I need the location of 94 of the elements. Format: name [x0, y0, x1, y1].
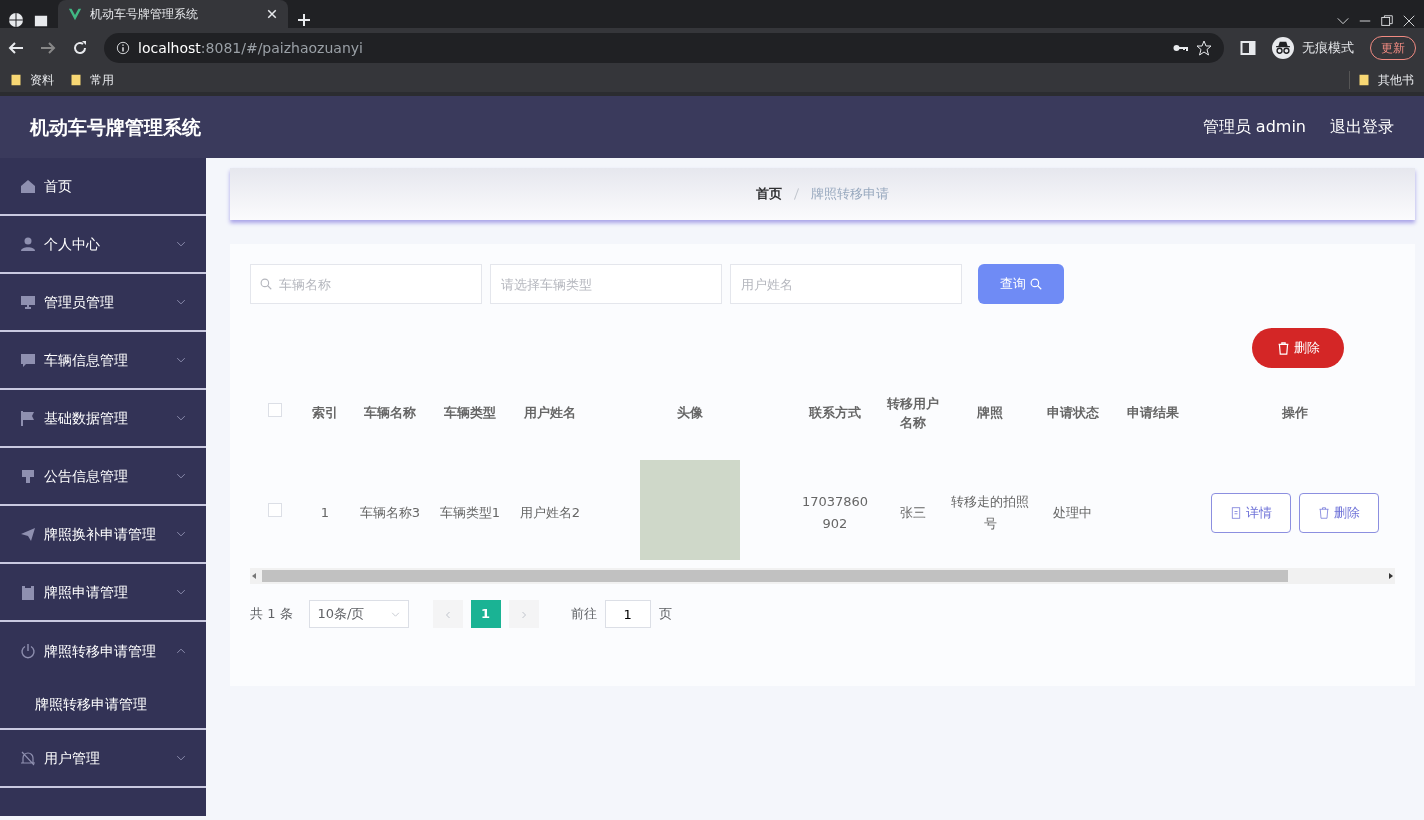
- sidebar-item[interactable]: 管理员管理: [0, 274, 206, 332]
- bell-icon: [20, 750, 36, 766]
- chat-icon: [20, 352, 36, 368]
- sidebar-item[interactable]: 首页: [0, 158, 206, 216]
- sidebar-item[interactable]: 牌照换补申请管理: [0, 506, 206, 564]
- sidebar-item[interactable]: 基础数据管理: [0, 390, 206, 448]
- column-header: 操作: [1282, 405, 1308, 421]
- input-field[interactable]: 用户姓名: [730, 264, 962, 304]
- checkbox[interactable]: [268, 503, 282, 517]
- sidebar-item[interactable]: 用户管理: [0, 730, 206, 788]
- info-icon[interactable]: [116, 41, 130, 55]
- column-header: 用户姓名: [524, 405, 576, 421]
- scrollbar[interactable]: [250, 568, 1395, 584]
- page-suffix: 页: [658, 605, 672, 624]
- sidebar-subitem[interactable]: 牌照转移申请管理: [0, 680, 206, 730]
- column-header: 车辆名称: [364, 405, 416, 421]
- paper-plane-icon: [20, 526, 36, 542]
- logout-link[interactable]: 退出登录: [1330, 115, 1394, 139]
- tab-title: 机动车号牌管理系统: [90, 6, 199, 23]
- close-icon[interactable]: [1402, 14, 1416, 28]
- breadcrumb-item[interactable]: 首页: [756, 184, 782, 204]
- bookmark[interactable]: 其他书: [1349, 71, 1414, 89]
- select-field[interactable]: 请选择车辆类型: [490, 264, 722, 304]
- chevron-left-icon: [443, 610, 452, 619]
- column-header: 转移用户名称: [886, 395, 939, 430]
- details-button[interactable]: 详情: [1211, 493, 1291, 533]
- folder-icon[interactable]: [10, 73, 22, 87]
- app-title: 机动车号牌管理系统: [30, 114, 202, 140]
- column-header: 索引: [312, 405, 338, 421]
- column-header: 申请结果: [1126, 405, 1179, 421]
- page-input[interactable]: 1: [604, 600, 651, 628]
- page-size-select[interactable]: 10条/页: [308, 600, 409, 628]
- power-icon: [20, 643, 36, 659]
- sidebar-item[interactable]: 车辆信息管理: [0, 332, 206, 390]
- delete-button[interactable]: 删除: [1252, 328, 1344, 368]
- restore-icon[interactable]: [1380, 14, 1394, 28]
- bookmark[interactable]: 常用: [70, 71, 114, 89]
- document-icon: [1230, 507, 1242, 519]
- left-arrow-icon[interactable]: [250, 572, 258, 580]
- plus-icon[interactable]: [296, 12, 312, 28]
- folder-icon[interactable]: [70, 73, 82, 87]
- total-count: 共 1 条: [250, 605, 293, 624]
- input-field[interactable]: 车辆名称: [250, 264, 482, 304]
- search-icon: [260, 278, 272, 290]
- column-header: 头像: [677, 405, 703, 421]
- clipboard-icon: [20, 584, 36, 600]
- star-icon[interactable]: [1196, 40, 1212, 56]
- column-header: 牌照: [977, 405, 1003, 421]
- chevron-right-icon: [519, 610, 528, 619]
- table-cell: 转移走的拍照号: [951, 494, 1029, 531]
- sidebar-item[interactable]: 牌照申请管理: [0, 564, 206, 622]
- user-icon: [20, 236, 36, 252]
- table-cell: 用户姓名2: [519, 505, 581, 520]
- table-cell: 1: [320, 505, 330, 520]
- sidebar-item[interactable]: 公告信息管理: [0, 448, 206, 506]
- trash-icon: [1318, 507, 1330, 519]
- url-text: localhost:8081/#/paizhaozuanyi: [138, 38, 364, 58]
- sidebar-item[interactable]: 个人中心: [0, 216, 206, 274]
- bookmark[interactable]: 资料: [10, 71, 54, 89]
- chevron-down-icon: [390, 609, 400, 619]
- table-cell: 车辆名称3: [359, 505, 421, 520]
- close-icon[interactable]: [266, 8, 278, 20]
- side-panel-icon[interactable]: [1240, 40, 1256, 56]
- checkbox[interactable]: [268, 403, 282, 418]
- monitor-icon: [20, 294, 36, 310]
- flag-icon: [20, 410, 36, 426]
- browser-tab[interactable]: 机动车号牌管理系统: [58, 0, 288, 28]
- back-arrow-icon[interactable]: [8, 40, 24, 56]
- signpost-icon: [20, 468, 36, 484]
- column-header: 联系方式: [809, 405, 861, 421]
- incognito-icon[interactable]: [1272, 37, 1294, 59]
- sidebar-item[interactable]: 牌照转移申请管理: [0, 622, 206, 680]
- table-cell: 处理中: [1053, 505, 1092, 520]
- forward-arrow-icon[interactable]: [40, 40, 56, 56]
- column-header: 车辆类型: [444, 405, 496, 421]
- right-arrow-icon[interactable]: [1387, 572, 1395, 580]
- profile-label: 无痕模式: [1302, 39, 1354, 58]
- column-header: 申请状态: [1046, 405, 1099, 421]
- goto-label: 前往: [570, 605, 597, 624]
- breadcrumb-item: 牌照转移申请: [811, 185, 889, 204]
- home-icon: [20, 178, 36, 194]
- folder-icon[interactable]: [1358, 73, 1370, 87]
- table-cell: 张三: [899, 505, 926, 520]
- delete-button[interactable]: 删除: [1299, 493, 1379, 533]
- search-icon: [1030, 278, 1042, 290]
- table-cell: 17037860902: [801, 494, 869, 531]
- globe-icon[interactable]: [8, 12, 24, 28]
- reload-icon[interactable]: [72, 40, 88, 56]
- table-cell: 车辆类型1: [439, 505, 501, 520]
- user-label: 管理员 admin: [1202, 116, 1306, 138]
- trash-icon: [1276, 341, 1290, 355]
- v-logo-icon: [68, 7, 82, 21]
- address-bar[interactable]: localhost:8081/#/paizhaozuanyi: [104, 33, 1224, 63]
- tab-icon[interactable]: [32, 14, 50, 28]
